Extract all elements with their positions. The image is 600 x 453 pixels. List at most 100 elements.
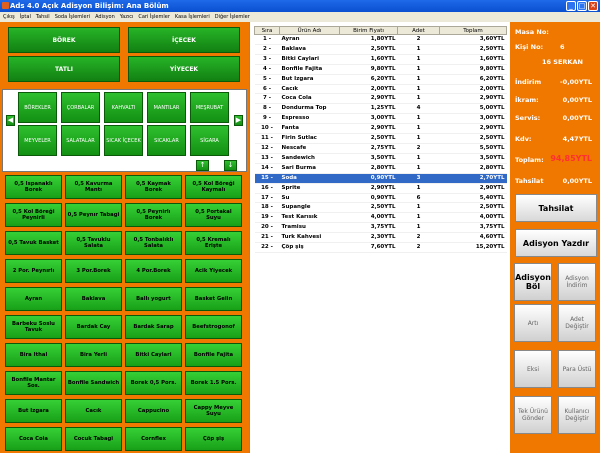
subcategory-sicaklar[interactable]: SICAKLAR — [147, 125, 186, 156]
menu-diger[interactable]: Diğer İşlemler — [215, 12, 250, 22]
tahsilat-button[interactable]: Tahsilat — [515, 194, 597, 222]
order-row[interactable]: 5 - But Izgara 6,20YTL 1 6,20YTL — [254, 74, 507, 85]
product-button[interactable]: Bonfile Sandwich — [65, 371, 122, 395]
product-button[interactable]: 2 Por. Peynırlı — [5, 259, 62, 283]
scroll-down-button[interactable]: ↓ — [224, 160, 237, 171]
menu-iptal[interactable]: İptal — [20, 12, 31, 22]
kullanici-degistir-button[interactable]: Kullanıcı Değiştir — [558, 396, 596, 434]
product-button[interactable]: 0,5 Tonbalıklı Salata — [125, 231, 182, 255]
product-button[interactable]: 0,5 Tavuk Basket — [5, 231, 62, 255]
col-toplam[interactable]: Toplam — [439, 26, 507, 35]
order-row[interactable]: 4 - Bonfile Fajita 9,80YTL 1 9,80YTL — [254, 64, 507, 75]
category-yiyecek[interactable]: YİYECEK — [128, 56, 240, 82]
minimize-button[interactable]: _ — [566, 1, 576, 11]
order-row[interactable]: 2 - Baklava 2,50YTL 1 2,50YTL — [254, 44, 507, 55]
subcategory-mesrubat[interactable]: MEŞRUBAT — [190, 92, 229, 123]
subcategory-sicak-icecek[interactable]: SICAK İÇECEK — [104, 125, 143, 156]
product-button[interactable]: Bardak Sarap — [125, 315, 182, 339]
order-row[interactable]: 14 - Sari Burma 2,80YTL 1 2,80YTL — [254, 163, 507, 174]
arti-button[interactable]: Artı — [514, 304, 552, 342]
scroll-right-button[interactable]: ▶ — [234, 115, 243, 126]
product-button[interactable]: 0,5 Kremalı Erişte — [185, 231, 242, 255]
col-urun[interactable]: Ürün Adı — [279, 26, 340, 35]
product-button[interactable]: Basket Gelin — [185, 287, 242, 311]
order-row[interactable]: 10 - Fanta 2,90YTL 1 2,90YTL — [254, 123, 507, 135]
adet-degistir-button[interactable]: Adet Değiştir — [558, 304, 596, 342]
subcategory-sigara[interactable]: SİGARA — [190, 125, 229, 156]
product-button[interactable]: 0,5 Kol Böreği Kaymalı — [185, 175, 242, 199]
order-row[interactable]: 20 - Tramisu 3,75YTL 1 3,75YTL — [254, 222, 507, 234]
order-row[interactable]: 21 - Turk Kahvesi 2,30YTL 2 4,60YTL — [254, 232, 507, 244]
subcategory-corbalar[interactable]: ÇORBALAR — [61, 92, 100, 123]
eksi-button[interactable]: Eksi — [514, 350, 552, 388]
product-button[interactable]: 0,5 Kavurma Mantı — [65, 175, 122, 199]
order-row[interactable]: 11 - Firin Sutlac 2,50YTL 1 2,50YTL — [254, 133, 507, 144]
product-button[interactable]: Cornflex — [125, 427, 182, 451]
product-button[interactable]: Bira Ithal — [5, 343, 62, 367]
product-button[interactable]: Beefstrogonof — [185, 315, 242, 339]
adisyon-bol-button[interactable]: Adisyon Böl — [514, 263, 552, 301]
order-row[interactable]: 6 - Cacık 2,00YTL 1 2,00YTL — [254, 84, 507, 95]
subcategory-meyveler[interactable]: MEYVELER — [18, 125, 57, 156]
product-button[interactable]: Cacık — [65, 399, 122, 423]
product-button[interactable]: Acik Yiyecek — [185, 259, 242, 283]
product-button[interactable]: 0,5 Kaymak Borek — [125, 175, 182, 199]
order-row[interactable]: 7 - Coca Cola 2,90YTL 1 2,90YTL — [254, 93, 507, 105]
product-button[interactable]: Cappy Meyve Suyu — [185, 399, 242, 423]
order-row[interactable]: 12 - Nescafe 2,75YTL 2 5,50YTL — [254, 143, 507, 154]
product-button[interactable]: Bonfile Mantar Sos. — [5, 371, 62, 395]
order-row[interactable]: 22 - Çöp şiş 7,60YTL 2 15,20YTL — [254, 242, 507, 253]
menu-kasa[interactable]: Kasa İşlemleri — [175, 12, 210, 22]
order-row[interactable]: 3 - Bitki Caylari 1,60YTL 1 1,60YTL — [254, 54, 507, 65]
order-row[interactable]: 15 - Soda 0,90YTL 3 2,70YTL — [254, 173, 507, 184]
product-button[interactable]: Borek 0,5 Pors. — [125, 371, 182, 395]
product-button[interactable]: 0,5 Tavuklu Salata — [65, 231, 122, 255]
menu-tahsil[interactable]: Tahsil — [36, 12, 50, 22]
product-button[interactable]: Ballı yogurt — [125, 287, 182, 311]
col-birim[interactable]: Birim Fiyatı — [339, 26, 398, 35]
scroll-up-button[interactable]: ↑ — [196, 160, 209, 171]
subcategory-borekler[interactable]: BÖREKLER — [18, 92, 57, 123]
category-tatli[interactable]: TATLI — [8, 56, 120, 82]
order-row[interactable]: 16 - Sprite 2,90YTL 1 2,90YTL — [254, 183, 507, 194]
product-button[interactable]: 0,5 Peynır Tabagi — [65, 203, 122, 227]
para-ustu-button[interactable]: Para Üstü — [558, 350, 596, 388]
product-button[interactable]: Bardak Cay — [65, 315, 122, 339]
adisyon-yazdir-button[interactable]: Adisyon Yazdır — [515, 229, 597, 257]
product-button[interactable]: Bira Yerli — [65, 343, 122, 367]
product-button[interactable]: Cocuk Tabagi — [65, 427, 122, 451]
product-button[interactable]: 3 Por.Borek — [65, 259, 122, 283]
menu-yazici[interactable]: Yazıcı — [120, 12, 134, 22]
col-sira[interactable]: Sıra — [254, 26, 280, 35]
order-row[interactable]: 1 - Ayran 1,80YTL 2 3,60YTL — [254, 34, 507, 45]
product-button[interactable]: Bonfile Fajita — [185, 343, 242, 367]
order-row[interactable]: 19 - Test Karısık 4,00YTL 1 4,00YTL — [254, 212, 507, 224]
product-button[interactable]: Coca Cola — [5, 427, 62, 451]
product-button[interactable]: Çöp şiş — [185, 427, 242, 451]
product-button[interactable]: 0,5 Ispanaklı Borek — [5, 175, 62, 199]
product-button[interactable]: Bitki Caylari — [125, 343, 182, 367]
menu-cikis[interactable]: Çıkış — [3, 12, 15, 22]
product-button[interactable]: Ayran — [5, 287, 62, 311]
subcategory-mantilar[interactable]: MANTILAR — [147, 92, 186, 123]
maximize-button[interactable]: □ — [577, 1, 587, 11]
tek-urunu-gonder-button[interactable]: Tek Ürünü Gönder — [514, 396, 552, 434]
order-row[interactable]: 17 - Su 0,90YTL 6 5,40YTL — [254, 193, 507, 204]
order-row[interactable]: 8 - Dondurma Top 1,25YTL 4 5,00YTL — [254, 103, 507, 115]
product-button[interactable]: 0,5 Kol Böreği Peynirli — [5, 203, 62, 227]
order-row[interactable]: 9 - Espresso 3,00YTL 1 3,00YTL — [254, 113, 507, 125]
product-button[interactable]: But Izgara — [5, 399, 62, 423]
close-button[interactable]: ✕ — [588, 1, 598, 11]
category-icecek[interactable]: İÇECEK — [128, 27, 240, 53]
category-borek[interactable]: BÖREK — [8, 27, 120, 53]
product-button[interactable]: Barbeku Soslu Tavuk — [5, 315, 62, 339]
product-button[interactable]: 4 Por.Borek — [125, 259, 182, 283]
product-button[interactable]: 0,5 Portakal Suyu — [185, 203, 242, 227]
scroll-left-button[interactable]: ◀ — [6, 115, 15, 126]
order-row[interactable]: 18 - Supangle 2,50YTL 1 2,50YTL — [254, 202, 507, 214]
subcategory-salatalar[interactable]: SALATALAR — [61, 125, 100, 156]
menu-adisyon[interactable]: Adisyon — [95, 12, 115, 22]
subcategory-kahvalti[interactable]: KAHVALTI — [104, 92, 143, 123]
order-row[interactable]: 13 - Sandewich 3,50YTL 1 3,50YTL — [254, 153, 507, 164]
product-button[interactable]: Cappucino — [125, 399, 182, 423]
